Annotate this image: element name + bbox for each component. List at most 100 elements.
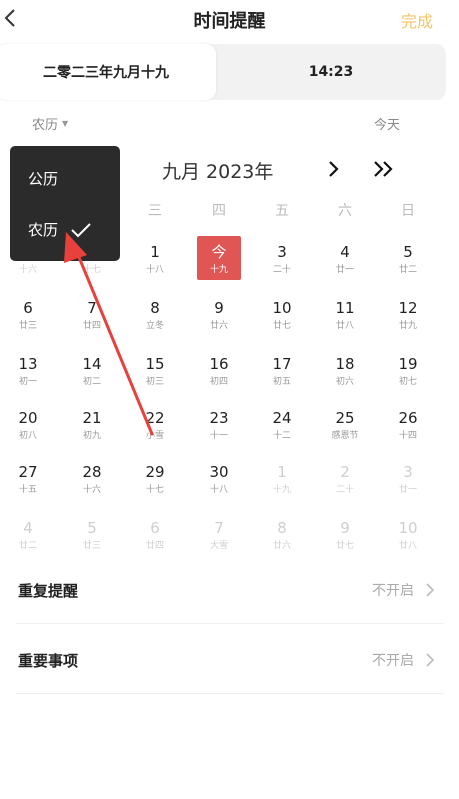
day-cell[interactable]: 17 初五 [260,348,304,392]
calendar-type-selector[interactable]: 农历 ▼ [32,114,68,133]
day-cell[interactable]: 11 廿八 [323,292,367,336]
popup-option-lunar[interactable]: 农历 [28,219,92,240]
weekday-label: 四 [212,203,226,219]
caret-down-icon: ▼ [62,119,69,128]
day-cell[interactable]: 6 廿四 [133,512,177,556]
popup-option-solar[interactable]: 公历 [28,168,58,189]
day-cell[interactable]: 12 廿九 [386,292,430,336]
day-number: 5 [87,519,97,537]
time-tab[interactable]: 14:23 [216,44,446,100]
day-cell[interactable]: 6 廿三 [6,292,50,336]
day-number: 26 [398,409,418,427]
day-cell[interactable]: 5 廿二 [386,236,430,280]
day-number: 7 [214,519,224,537]
lunar-date: 大雪 [209,541,228,551]
lunar-date: 十五 [18,485,37,495]
day-cell[interactable]: 4 廿一 [323,236,367,280]
lunar-date: 小雪 [145,431,164,441]
day-number: 16 [209,355,229,373]
day-cell[interactable]: 10 廿七 [260,292,304,336]
lunar-date: 廿六 [209,321,228,331]
lunar-date: 廿七 [335,541,354,551]
day-number: 今 [211,243,227,261]
day-cell[interactable]: 1 十八 [133,236,177,280]
lunar-date: 初五 [272,377,291,387]
popup-option-label: 公历 [28,170,59,188]
day-cell[interactable]: 3 二十 [260,236,304,280]
day-cell[interactable]: 13 初一 [6,348,50,392]
lunar-date: 十一 [209,431,228,441]
lunar-date: 廿四 [82,321,101,331]
day-cell[interactable]: 16 初四 [197,348,241,392]
month-title: 九月 2023年 [162,161,274,183]
day-cell[interactable]: 7 廿四 [70,292,114,336]
lunar-date: 廿三 [18,321,37,331]
day-number: 19 [398,355,418,373]
important-item-row[interactable]: 重要事项 不开启 [16,626,444,694]
day-number: 13 [18,355,38,373]
lunar-date: 初八 [18,431,37,441]
day-cell[interactable]: 29 十七 [133,456,177,500]
calendar-type-popup: 公历 农历 [10,146,120,261]
day-cell[interactable]: 27 十五 [6,456,50,500]
day-number: 12 [398,299,418,317]
lunar-date: 廿八 [335,321,354,331]
day-cell[interactable]: 24 十二 [260,402,304,446]
day-cell[interactable]: 30 十八 [197,456,241,500]
lunar-date: 初一 [18,377,37,387]
lunar-date: 初四 [209,377,228,387]
day-cell[interactable]: 7 大雪 [197,512,241,556]
day-cell[interactable]: 23 十一 [197,402,241,446]
day-cell-today[interactable]: 今十九 [197,236,241,280]
lunar-date: 二十 [272,265,291,275]
day-number: 17 [272,355,292,373]
day-cell[interactable]: 28 十六 [70,456,114,500]
day-number: 3 [277,243,287,261]
lunar-date: 初六 [335,377,354,387]
day-cell[interactable]: 4 廿二 [6,512,50,556]
day-cell[interactable]: 21 初九 [70,402,114,446]
weekday-label: 五 [275,203,289,219]
chevron-right-icon [426,583,435,597]
day-cell[interactable]: 8 廿六 [260,512,304,556]
day-cell[interactable]: 10 廿八 [386,512,430,556]
next-year-icon[interactable] [372,158,396,180]
day-number: 4 [340,243,350,261]
day-cell[interactable]: 15 初三 [133,348,177,392]
day-cell[interactable]: 8 立冬 [133,292,177,336]
next-month-icon[interactable] [326,158,342,180]
day-cell[interactable]: 20 初八 [6,402,50,446]
lunar-date: 初三 [145,377,164,387]
lunar-date: 廿八 [398,541,417,551]
lunar-date: 十四 [398,431,417,441]
day-number: 22 [145,409,165,427]
day-cell[interactable]: 5 廿三 [70,512,114,556]
day-cell[interactable]: 9 廿七 [323,512,367,556]
day-number: 23 [209,409,229,427]
day-cell[interactable]: 1 十九 [260,456,304,500]
day-cell[interactable]: 3 廿一 [386,456,430,500]
day-number: 9 [214,299,224,317]
today-button[interactable]: 今天 [374,114,400,133]
day-number: 27 [18,463,38,481]
done-button[interactable]: 完成 [401,8,433,32]
day-number: 14 [82,355,102,373]
day-cell[interactable]: 9 廿六 [197,292,241,336]
lunar-date: 二十 [335,485,354,495]
day-number: 21 [82,409,102,427]
day-cell[interactable]: 14 初二 [70,348,114,392]
day-cell[interactable]: 25 感恩节 [323,402,367,446]
day-cell[interactable]: 26 十四 [386,402,430,446]
lunar-date: 立冬 [145,321,164,331]
day-cell[interactable]: 18 初六 [323,348,367,392]
lunar-date: 十七 [145,485,164,495]
day-cell[interactable]: 22 小雪 [133,402,177,446]
day-cell[interactable]: 19 初七 [386,348,430,392]
date-tab[interactable]: 二零二三年九月十九 [0,44,216,100]
lunar-date: 初七 [398,377,417,387]
day-cell[interactable]: 2 二十 [323,456,367,500]
lunar-date: 廿一 [335,265,354,275]
lunar-date: 十二 [272,431,291,441]
repeat-reminder-row[interactable]: 重复提醒 不开启 [16,556,444,624]
popup-option-label: 农历 [28,221,59,239]
